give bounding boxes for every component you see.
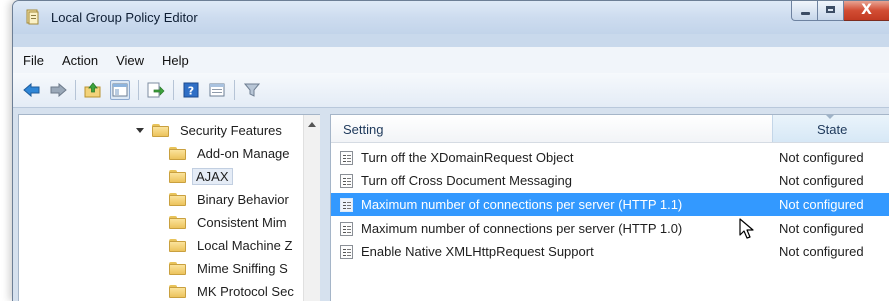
tree-item-label: Security Features [180, 122, 282, 138]
policy-setting-icon [340, 174, 353, 188]
close-button[interactable]: X [844, 1, 889, 21]
tree-item-label: MK Protocol Sec [197, 283, 294, 299]
list-header: Setting State [331, 115, 889, 143]
export-list-button[interactable] [147, 81, 165, 99]
toolbar-separator [173, 80, 174, 100]
policy-setting-icon [340, 245, 353, 259]
forward-arrow-icon [50, 83, 67, 97]
tree-item-ajax[interactable]: AJAX [169, 165, 233, 187]
policy-setting-icon [340, 151, 353, 165]
title-bar[interactable]: Local Group Policy Editor X [13, 1, 889, 34]
folder-icon [169, 238, 186, 252]
setting-name: Turn off Cross Document Messaging [361, 173, 572, 188]
toolbar-separator [234, 80, 235, 100]
up-one-level-button[interactable] [84, 81, 102, 99]
menu-file[interactable]: File [23, 53, 44, 68]
help-button[interactable]: ? [182, 81, 200, 99]
minimize-icon [801, 12, 810, 15]
policy-setting-icon [340, 222, 353, 236]
export-list-icon [147, 82, 165, 98]
tree-scrollbar[interactable] [303, 115, 320, 301]
setting-state: Not configured [779, 244, 864, 259]
list-row[interactable]: Enable Native XMLHttpRequest Support Not… [331, 240, 889, 263]
setting-name: Maximum number of connections per server… [361, 197, 683, 212]
column-header-state[interactable]: State [772, 115, 889, 142]
tree-item-mk-protocol-security[interactable]: MK Protocol Sec [169, 280, 299, 301]
folder-icon [169, 146, 186, 160]
toolbar: ? [13, 73, 889, 108]
tree-item-binary-behavior[interactable]: Binary Behavior [169, 188, 294, 210]
list-row[interactable]: Maximum number of connections per server… [331, 217, 889, 240]
policy-setting-icon [340, 198, 353, 212]
maximize-button[interactable] [818, 1, 844, 21]
tree-item-label: Consistent Mim [197, 214, 287, 230]
folder-icon [169, 169, 186, 183]
mouse-cursor-icon [739, 218, 754, 239]
maximize-icon [826, 6, 835, 13]
up-folder-icon [84, 82, 101, 98]
folder-icon [169, 192, 186, 206]
toolbar-separator [138, 80, 139, 100]
pane-area: Security Features Add-on Manage AJAX Bin… [13, 108, 889, 301]
tree-item-add-on-management[interactable]: Add-on Manage [169, 142, 295, 164]
svg-text:?: ? [188, 85, 194, 98]
tree-item-local-machine-zone[interactable]: Local Machine Z [169, 234, 297, 256]
folder-icon [169, 261, 186, 275]
minimize-button[interactable] [791, 1, 818, 21]
tree-pane: Security Features Add-on Manage AJAX Bin… [18, 114, 321, 301]
list-row[interactable]: Turn off the XDomainRequest Object Not c… [331, 146, 889, 169]
window-title: Local Group Policy Editor [51, 10, 198, 25]
setting-state: Not configured [779, 197, 864, 212]
column-header-setting[interactable]: Setting [343, 122, 383, 137]
tree-item-label: Binary Behavior [197, 191, 289, 207]
back-arrow-icon [23, 83, 40, 97]
show-hide-tree-icon [112, 83, 128, 97]
filter-button[interactable] [243, 81, 261, 99]
menu-help[interactable]: Help [162, 53, 189, 68]
setting-state: Not configured [779, 221, 864, 236]
folder-icon [169, 215, 186, 229]
folder-icon [169, 284, 186, 298]
caption-buttons: X [791, 1, 889, 23]
list-row[interactable]: Turn off Cross Document Messaging Not co… [331, 169, 889, 192]
group-policy-app-icon [26, 9, 39, 25]
tree-item-label: Mime Sniffing S [197, 260, 288, 276]
setting-name: Turn off the XDomainRequest Object [361, 150, 574, 165]
setting-state: Not configured [779, 150, 864, 165]
folder-icon [152, 123, 169, 137]
back-button[interactable] [23, 81, 41, 99]
filter-icon [244, 83, 260, 97]
scroll-up-arrow-icon[interactable] [308, 122, 316, 127]
tree-item-security-features[interactable]: Security Features [136, 119, 287, 141]
expand-collapse-icon[interactable] [136, 127, 144, 133]
toolbar-separator [75, 80, 76, 100]
list-row-selected[interactable]: Maximum number of connections per server… [331, 193, 889, 216]
settings-list-pane: Setting State Turn off the XDomainReques… [330, 114, 889, 301]
menu-bar: File Action View Help [13, 47, 889, 73]
app-window: Local Group Policy Editor X File Action … [12, 0, 889, 301]
properties-view-button[interactable] [208, 81, 226, 99]
tree-item-label: Local Machine Z [197, 237, 293, 253]
pane-splitter[interactable] [320, 114, 330, 301]
forward-button[interactable] [49, 81, 67, 99]
menu-view[interactable]: View [116, 53, 144, 68]
tree-item-mime-sniffing[interactable]: Mime Sniffing S [169, 257, 293, 279]
tree-item-label: AJAX [192, 167, 233, 185]
help-icon: ? [183, 82, 199, 98]
sort-indicator-icon [826, 115, 834, 119]
show-hide-tree-button[interactable] [110, 80, 130, 100]
setting-state: Not configured [779, 173, 864, 188]
column-header-state-label: State [817, 122, 848, 137]
tree-item-consistent-mime[interactable]: Consistent Mim [169, 211, 292, 233]
tree-item-label: Add-on Manage [197, 145, 290, 161]
close-icon: X [861, 2, 872, 18]
setting-name: Enable Native XMLHttpRequest Support [361, 244, 594, 259]
menu-action[interactable]: Action [62, 53, 98, 68]
properties-view-icon [209, 83, 225, 97]
setting-name: Maximum number of connections per server… [361, 221, 683, 236]
